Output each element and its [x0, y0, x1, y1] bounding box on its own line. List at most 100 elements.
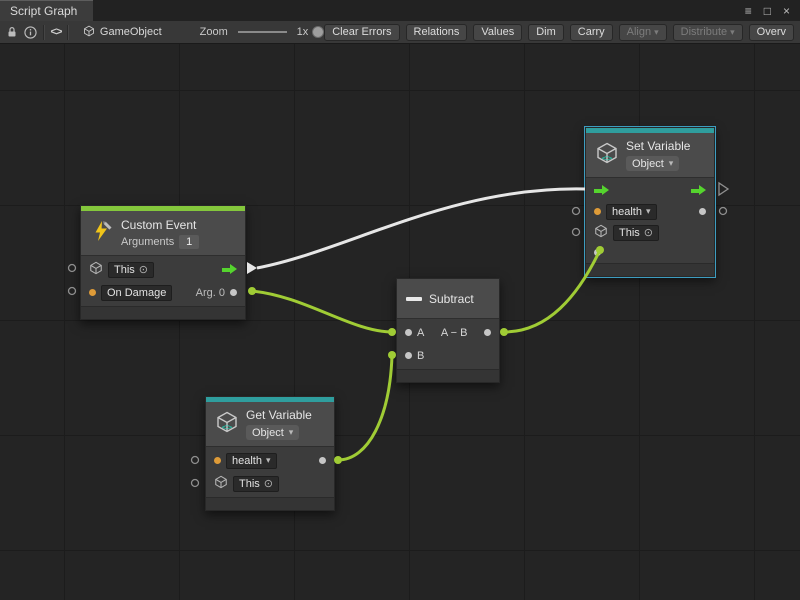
info-icon[interactable]	[24, 24, 37, 40]
values-button[interactable]: Values	[473, 24, 522, 41]
node-get-variable[interactable]: <> Get Variable Object ▾ health ▾	[205, 396, 335, 511]
dim-button[interactable]: Dim	[528, 24, 564, 41]
node-header[interactable]: Custom Event Arguments 1	[81, 211, 245, 256]
align-button[interactable]: Align ▾	[619, 24, 667, 41]
port-getvariable-this-circle[interactable]	[192, 480, 199, 487]
port-setvariable-name-circle[interactable]	[573, 208, 580, 215]
control-output-port[interactable]	[691, 185, 706, 196]
overview-button[interactable]: Overv	[749, 24, 794, 41]
variable-cube-icon: <>	[595, 141, 619, 170]
node-header[interactable]: <> Set Variable Object ▾	[586, 133, 714, 178]
target-object-field[interactable]: This ⊙	[108, 262, 154, 278]
carry-button[interactable]: Carry	[570, 24, 613, 41]
port-row-b: B	[397, 344, 499, 367]
port-setvariable-this-circle[interactable]	[573, 229, 580, 236]
tab-script-graph[interactable]: Script Graph	[0, 0, 93, 21]
input-b-label: B	[417, 350, 424, 362]
variable-scope-dropdown[interactable]: Object ▾	[246, 425, 299, 440]
event-name-field[interactable]: On Damage	[101, 285, 172, 301]
variable-name-port[interactable]	[214, 457, 221, 464]
port-getvariable-output-dot[interactable]	[334, 456, 342, 464]
port-subtract-a-dot[interactable]	[388, 328, 396, 336]
target-object-field[interactable]: This ⊙	[613, 225, 659, 241]
node-custom-event[interactable]: Custom Event Arguments 1 This ⊙	[80, 205, 246, 320]
node-set-variable[interactable]: <> Set Variable Object ▾	[585, 127, 715, 277]
arguments-count-field[interactable]: 1	[179, 235, 199, 249]
target-object-field[interactable]: This ⊙	[233, 476, 279, 492]
dropdown-arrow-icon: ▾	[669, 158, 674, 169]
node-subtract[interactable]: Subtract A A − B B	[396, 278, 500, 383]
dropdown-arrow-icon: ▾	[289, 427, 294, 438]
window-menu-icon[interactable]: ≡	[745, 5, 752, 17]
value-output-port[interactable]	[319, 457, 326, 464]
lock-icon[interactable]	[6, 24, 18, 40]
variable-name-field[interactable]: health ▾	[606, 204, 657, 220]
relations-button[interactable]: Relations	[406, 24, 468, 41]
zoom-label: Zoom	[200, 26, 228, 38]
port-getvariable-name-circle[interactable]	[192, 457, 199, 464]
wire-getvariable-to-subtract-b[interactable]	[338, 355, 392, 460]
value-output-port[interactable]	[699, 208, 706, 215]
zoom-slider-handle[interactable]	[312, 26, 324, 38]
port-subtract-b-dot[interactable]	[388, 351, 396, 359]
port-row-this: This ⊙	[586, 222, 714, 243]
cube-icon	[83, 25, 95, 40]
dropdown-arrow-icon: ▾	[654, 27, 659, 38]
variable-name-field[interactable]: health ▾	[226, 453, 277, 469]
port-setvariable-controlout-triangle[interactable]	[719, 183, 728, 195]
clear-errors-button[interactable]: Clear Errors	[324, 24, 399, 41]
window-close-icon[interactable]: ×	[783, 5, 790, 17]
port-customevent-name-circle[interactable]	[69, 288, 76, 295]
result-output-port[interactable]	[484, 329, 491, 336]
node-footer	[206, 497, 334, 510]
wire-customevent-to-setvariable[interactable]	[257, 189, 585, 268]
node-title: Set Variable	[626, 139, 690, 153]
cube-icon	[214, 475, 228, 492]
svg-text:<>: <>	[602, 154, 613, 164]
window-maximize-icon[interactable]: □	[764, 5, 771, 17]
custom-event-icon	[90, 219, 114, 248]
object-picker-icon[interactable]: ⊙	[139, 263, 148, 276]
graph-canvas[interactable]: Custom Event Arguments 1 This ⊙	[0, 44, 800, 600]
port-row-this: This ⊙	[206, 472, 334, 495]
variable-name-port[interactable]	[594, 208, 601, 215]
distribute-button[interactable]: Distribute ▾	[673, 24, 743, 41]
result-label: A − B	[441, 327, 468, 339]
node-footer	[81, 306, 245, 319]
input-b-port[interactable]	[405, 352, 412, 359]
port-row-control	[586, 180, 714, 201]
node-header[interactable]: Subtract	[397, 279, 499, 319]
control-input-port[interactable]	[594, 185, 609, 196]
port-row-name: health ▾	[586, 201, 714, 222]
input-a-port[interactable]	[405, 329, 412, 336]
port-row-event-name: On Damage Arg. 0	[81, 281, 245, 304]
port-subtract-result-dot[interactable]	[500, 328, 508, 336]
port-row-a: A A − B	[397, 321, 499, 344]
gameobject-button[interactable]: GameObject	[83, 25, 162, 40]
arg0-output-port[interactable]	[230, 289, 237, 296]
arg0-output-label: Arg. 0	[196, 287, 225, 299]
event-name-port[interactable]	[89, 289, 96, 296]
port-arg0-output-dot[interactable]	[248, 287, 256, 295]
node-header[interactable]: <> Get Variable Object ▾	[206, 402, 334, 447]
node-title: Custom Event	[121, 218, 199, 232]
control-output-port[interactable]	[222, 264, 237, 275]
object-picker-icon[interactable]: ⊙	[644, 226, 653, 239]
port-row-name: health ▾	[206, 449, 334, 472]
port-setvariable-output-circle[interactable]	[720, 208, 727, 215]
svg-text:<>: <>	[222, 423, 233, 433]
port-customevent-this-circle[interactable]	[69, 265, 76, 272]
window-controls: ≡ □ ×	[745, 0, 800, 21]
variable-scope-dropdown[interactable]: Object ▾	[626, 156, 679, 171]
new-value-input-port[interactable]	[594, 249, 601, 256]
zoom-slider[interactable]	[238, 25, 287, 39]
object-picker-icon[interactable]: ⊙	[264, 477, 273, 490]
node-footer	[586, 263, 714, 276]
wire-arg0-to-subtract-a[interactable]	[252, 291, 392, 332]
node-footer	[397, 369, 499, 382]
tab-bar: Script Graph ≡ □ ×	[0, 0, 800, 21]
variable-cube-icon: <>	[215, 410, 239, 439]
node-title: Get Variable	[246, 408, 312, 422]
control-wire-start-marker	[247, 262, 257, 274]
code-icon[interactable]: <>	[51, 24, 62, 40]
